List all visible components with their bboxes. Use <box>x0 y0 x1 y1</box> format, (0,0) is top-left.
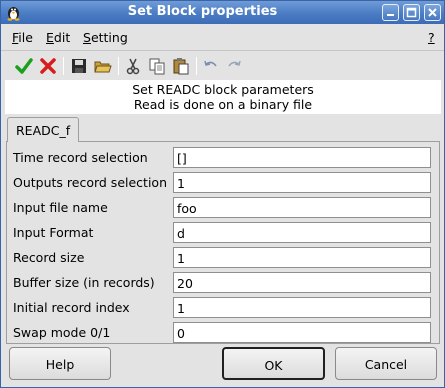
buffer-size-input[interactable]: 20 <box>173 272 431 293</box>
save-button[interactable] <box>68 55 90 77</box>
input-file-name-input[interactable]: foo <box>173 197 431 218</box>
save-icon <box>72 59 86 73</box>
description-line-1: Set READC block parameters <box>132 82 314 97</box>
param-row-record-size: Record size 1 <box>7 245 435 270</box>
param-row-time-record: Time record selection [] <box>7 145 435 170</box>
toolbar-separator <box>63 57 64 75</box>
cross-icon <box>40 58 56 74</box>
description-line-2: Read is done on a binary file <box>133 97 313 112</box>
minimize-button[interactable] <box>382 4 399 21</box>
copy-icon <box>149 58 165 75</box>
title-bar[interactable]: Set Block properties <box>1 1 444 24</box>
paste-icon <box>173 58 189 75</box>
param-row-input-file: Input file name foo <box>7 195 435 220</box>
close-icon <box>428 8 437 17</box>
app-icon <box>7 7 20 21</box>
initial-record-index-input[interactable]: 1 <box>173 297 431 318</box>
time-record-selection-input[interactable]: [] <box>173 147 431 168</box>
tab-readc-f[interactable]: READC_f <box>7 117 79 142</box>
cut-icon <box>126 58 140 75</box>
param-row-buffer-size: Buffer size (in records) 20 <box>7 270 435 295</box>
menu-setting[interactable]: Setting <box>83 30 128 45</box>
discard-button[interactable] <box>37 55 59 77</box>
toolbar <box>1 50 444 80</box>
menu-file[interactable]: File <box>12 30 33 45</box>
copy-button[interactable] <box>146 55 168 77</box>
open-button[interactable] <box>92 55 114 77</box>
minimize-icon <box>387 14 394 16</box>
check-icon <box>15 58 33 74</box>
field-label: Buffer size (in records) <box>13 275 155 290</box>
toolbar-separator <box>196 57 197 75</box>
description-panel: Set READC block parameters Read is done … <box>5 80 441 114</box>
swap-mode-input[interactable]: 0 <box>173 322 431 343</box>
input-format-input[interactable]: d <box>173 222 431 243</box>
menu-edit[interactable]: Edit <box>46 30 70 45</box>
redo-icon <box>228 60 241 67</box>
field-label: Outputs record selection <box>13 175 167 190</box>
open-folder-icon <box>94 61 112 73</box>
field-label: Swap mode 0/1 <box>13 325 111 340</box>
close-window-button[interactable] <box>424 4 441 21</box>
param-row-initial-index: Initial record index 1 <box>7 295 435 320</box>
field-label: Initial record index <box>13 300 130 315</box>
record-size-input[interactable]: 1 <box>173 247 431 268</box>
help-button[interactable]: Help <box>9 347 111 380</box>
apply-button[interactable] <box>13 55 35 77</box>
outputs-record-selection-input[interactable]: 1 <box>173 172 431 193</box>
menu-help[interactable]: ? <box>428 30 435 45</box>
dialog-window: Set Block properties File Edit Setting ? <box>0 0 445 388</box>
cut-button[interactable] <box>122 55 144 77</box>
menu-bar: File Edit Setting ? <box>1 24 444 50</box>
ok-button[interactable]: OK <box>222 347 325 380</box>
field-label: Input file name <box>13 200 108 215</box>
field-label: Input Format <box>13 225 94 240</box>
undo-icon <box>204 60 217 67</box>
toolbar-separator <box>118 57 119 75</box>
cancel-button[interactable]: Cancel <box>335 347 437 380</box>
param-row-outputs-record: Outputs record selection 1 <box>7 170 435 195</box>
undo-button[interactable] <box>200 55 222 77</box>
maximize-button[interactable] <box>403 4 420 21</box>
field-label: Time record selection <box>13 150 148 165</box>
param-row-swap-mode: Swap mode 0/1 0 <box>7 320 435 345</box>
maximize-icon <box>406 7 417 18</box>
field-label: Record size <box>13 250 85 265</box>
param-row-input-format: Input Format d <box>7 220 435 245</box>
window-title: Set Block properties <box>127 4 278 19</box>
paste-button[interactable] <box>170 55 192 77</box>
redo-button[interactable] <box>223 55 245 77</box>
